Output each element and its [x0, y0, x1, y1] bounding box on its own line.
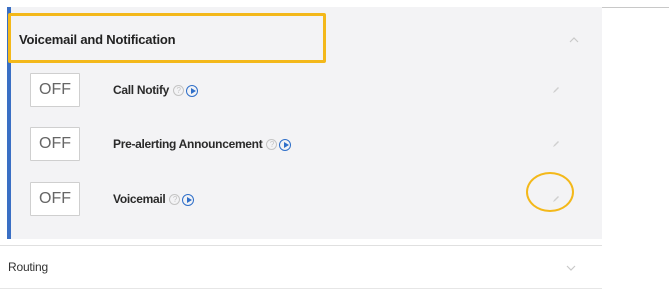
section-title-highlight: [8, 13, 326, 63]
play-icon[interactable]: [279, 138, 292, 151]
routing-label: Routing: [8, 260, 48, 274]
pencil-icon[interactable]: [551, 85, 561, 95]
voicemail-label-group: Voicemail?: [113, 192, 195, 206]
help-icon[interactable]: ?: [173, 85, 185, 97]
pencil-icon[interactable]: [551, 139, 561, 149]
row-call-notify: OFF Call Notify?: [11, 73, 602, 123]
play-icon[interactable]: [182, 193, 195, 206]
play-icon[interactable]: [186, 84, 199, 97]
voicemail-label: Voicemail: [113, 192, 166, 206]
pre-alerting-label-group: Pre-alerting Announcement?: [113, 137, 292, 151]
voicemail-toggle[interactable]: OFF: [30, 182, 80, 216]
call-notify-label: Call Notify: [113, 83, 170, 97]
routing-section[interactable]: Routing: [0, 245, 602, 290]
chevron-down-icon[interactable]: [566, 264, 576, 272]
help-icon[interactable]: ?: [266, 139, 278, 151]
pre-alerting-label: Pre-alerting Announcement: [113, 137, 263, 151]
pre-alerting-toggle[interactable]: OFF: [30, 127, 80, 161]
voicemail-edit-highlight: [526, 172, 574, 212]
bottom-divider: [0, 288, 602, 289]
row-pre-alerting: OFF Pre-alerting Announcement?: [11, 127, 602, 177]
call-notify-toggle[interactable]: OFF: [30, 73, 80, 107]
call-notify-label-group: Call Notify?: [113, 83, 199, 97]
help-icon[interactable]: ?: [169, 194, 181, 206]
row-voicemail: OFF Voicemail?: [11, 182, 602, 232]
chevron-up-icon[interactable]: [569, 35, 579, 45]
